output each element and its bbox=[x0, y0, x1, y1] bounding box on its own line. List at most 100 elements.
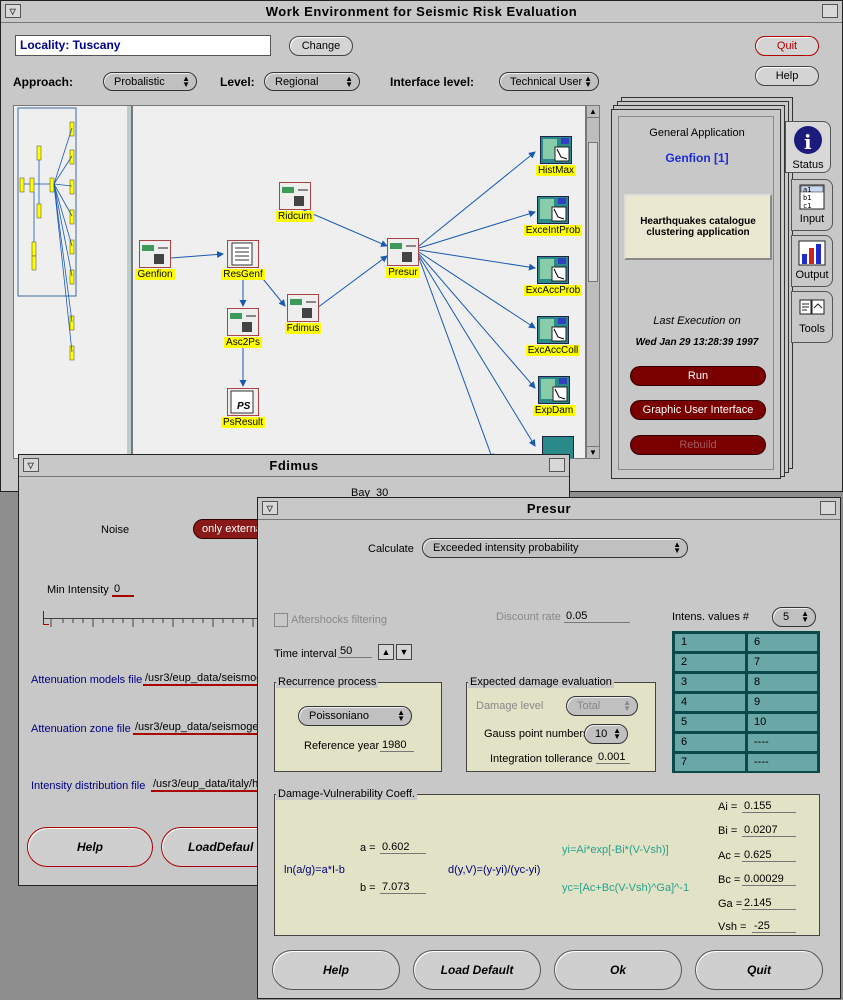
time-down-icon[interactable]: ▼ bbox=[396, 644, 412, 660]
node-excaccprob[interactable]: ExcAccProb bbox=[523, 256, 583, 296]
gauss-select[interactable]: 10 ▲ ▼ bbox=[584, 724, 628, 744]
node-label: Fdimus bbox=[284, 323, 322, 334]
atten-zone-field[interactable]: /usr3/eup_data/seismogen_ bbox=[133, 721, 261, 735]
node-fdimus[interactable]: Fdimus bbox=[283, 294, 323, 334]
window-resize-icon[interactable] bbox=[822, 4, 838, 18]
calculate-select[interactable]: Exceeded intensity probability ▲ ▼ bbox=[422, 538, 688, 558]
table-index-cell: 5 bbox=[674, 713, 746, 732]
node-ridcum[interactable]: Ridcum bbox=[275, 182, 315, 222]
recurrence-select[interactable]: Poissoniano ▲ ▼ bbox=[298, 706, 412, 726]
locality-field[interactable]: Locality: Tuscany bbox=[15, 35, 271, 56]
rebuild-button[interactable]: Rebuild bbox=[630, 435, 766, 455]
table-value-cell[interactable]: 8 bbox=[747, 673, 818, 692]
window-menu-icon[interactable]: ▽ bbox=[23, 458, 39, 472]
node-resgenf[interactable]: ResGenf bbox=[221, 240, 265, 280]
window-menu-icon[interactable]: ▽ bbox=[5, 4, 21, 18]
bi-field[interactable]: 0.0207 bbox=[742, 824, 796, 837]
time-interval-field[interactable]: 50 bbox=[338, 645, 372, 658]
node-psresult[interactable]: PS PsResult bbox=[219, 388, 267, 428]
tab-input[interactable]: a1 b1 c1 Input bbox=[791, 179, 833, 231]
window-menu-icon[interactable]: ▽ bbox=[262, 501, 278, 515]
intens-count-select[interactable]: 5 ▲ ▼ bbox=[772, 607, 816, 627]
int-dist-field[interactable]: /usr3/eup_data/italy/ha bbox=[151, 778, 261, 792]
tab-input-label: Input bbox=[799, 213, 825, 225]
presur-load-default-button[interactable]: Load Default bbox=[413, 950, 541, 990]
main-titlebar[interactable]: ▽ Work Environment for Seismic Risk Eval… bbox=[1, 1, 842, 23]
b-field[interactable]: 7.073 bbox=[380, 881, 426, 894]
gui-button[interactable]: Graphic User Interface bbox=[630, 400, 766, 420]
node-label: ExpDam bbox=[532, 405, 576, 416]
run-button[interactable]: Run bbox=[630, 366, 766, 386]
aftershocks-checkbox[interactable] bbox=[274, 613, 288, 627]
intensity-slider[interactable] bbox=[43, 609, 283, 631]
node-asc2ps[interactable]: Asc2Ps bbox=[223, 308, 263, 348]
table-value-cell[interactable]: 7 bbox=[747, 653, 818, 672]
fdimus-titlebar[interactable]: ▽ Fdimus bbox=[19, 455, 569, 477]
updown-arrow-icon: ▲ ▼ bbox=[623, 698, 631, 713]
table-value-cell[interactable]: 10 bbox=[747, 713, 818, 732]
discount-field[interactable]: 0.05 bbox=[564, 610, 630, 623]
node-label: PsResult bbox=[220, 417, 265, 428]
approach-select[interactable]: Probalistic ▲ ▼ bbox=[103, 72, 197, 91]
workflow-connections bbox=[170, 151, 536, 458]
node-label: ExceIntProb bbox=[523, 225, 583, 236]
presur-titlebar[interactable]: ▽ Presur bbox=[258, 498, 840, 520]
scroll-up-icon[interactable]: ▲ bbox=[587, 106, 599, 118]
fdimus-help-button[interactable]: Help bbox=[27, 827, 153, 867]
fdimus-load-default-label: LoadDefaul bbox=[188, 840, 254, 854]
help-button[interactable]: Help bbox=[755, 66, 819, 86]
damage-level-select[interactable]: Total ▲ ▼ bbox=[566, 696, 638, 716]
canvas-scrollbar[interactable]: ▲ ▼ bbox=[586, 105, 600, 459]
presur-ok-button[interactable]: Ok bbox=[554, 950, 682, 990]
workflow-canvas[interactable]: Genfion ResGenf Asc2Ps PS PsResult Ridcu… bbox=[132, 105, 586, 459]
time-up-icon[interactable]: ▲ bbox=[378, 644, 394, 660]
table-value-cell[interactable]: 6 bbox=[747, 633, 818, 652]
table-index-cell: 2 bbox=[674, 653, 746, 672]
bc-field[interactable]: 0.00029 bbox=[742, 873, 796, 886]
node-expdam[interactable]: ExpDam bbox=[529, 376, 579, 416]
vsh-field[interactable]: -25 bbox=[752, 920, 796, 933]
min-intensity-field[interactable]: 0 bbox=[112, 583, 134, 597]
presur-title: Presur bbox=[526, 501, 572, 516]
presur-quit-button[interactable]: Quit bbox=[695, 950, 823, 990]
tab-tools[interactable]: Tools bbox=[791, 291, 833, 343]
node-excacccoll[interactable]: ExcAccColl bbox=[523, 316, 583, 356]
table-index-cell: 4 bbox=[674, 693, 746, 712]
node-exceintprob[interactable]: ExceIntProb bbox=[523, 196, 583, 236]
tab-status[interactable]: i Status bbox=[785, 121, 831, 173]
scroll-down-icon[interactable]: ▼ bbox=[587, 446, 599, 458]
ai-field[interactable]: 0.155 bbox=[742, 800, 796, 813]
interface-level-select[interactable]: Technical User ▲ ▼ bbox=[499, 72, 599, 91]
table-value-cell[interactable]: ---- bbox=[747, 753, 818, 772]
ai-label: Ai = bbox=[718, 801, 738, 813]
overview-minimap bbox=[17, 106, 131, 460]
window-resize-icon[interactable] bbox=[820, 501, 836, 515]
tab-tools-label: Tools bbox=[799, 323, 825, 335]
table-value-cell[interactable]: 9 bbox=[747, 693, 818, 712]
window-resize-icon[interactable] bbox=[549, 458, 565, 472]
node-histmax[interactable]: HistMax bbox=[531, 136, 581, 176]
tab-output[interactable]: Output bbox=[791, 235, 833, 287]
damage-group-title: Expected damage evaluation bbox=[468, 676, 614, 688]
ga-field[interactable]: 2.145 bbox=[742, 897, 796, 910]
overview-panel[interactable] bbox=[13, 105, 132, 460]
scroll-thumb[interactable] bbox=[588, 142, 598, 282]
table-value-cell[interactable]: ---- bbox=[747, 733, 818, 752]
quit-button[interactable]: Quit bbox=[755, 36, 819, 56]
atten-models-field[interactable]: /usr3/eup_data/seismoge bbox=[143, 672, 261, 686]
integ-field[interactable]: 0.001 bbox=[596, 751, 630, 764]
updown-arrow-icon: ▲ ▼ bbox=[397, 708, 405, 723]
presur-help-button[interactable]: Help bbox=[272, 950, 400, 990]
node-genfion[interactable]: Genfion bbox=[135, 240, 175, 280]
level-value: Regional bbox=[275, 75, 319, 88]
change-button[interactable]: Change bbox=[289, 36, 353, 56]
updown-arrow-icon: ▲ ▼ bbox=[673, 540, 681, 555]
a-field[interactable]: 0.602 bbox=[380, 841, 426, 854]
ref-year-field[interactable]: 1980 bbox=[380, 739, 414, 752]
updown-arrow-icon: ▲ ▼ bbox=[613, 726, 621, 741]
b-label: b = bbox=[360, 882, 376, 894]
module-icon bbox=[387, 238, 419, 266]
level-select[interactable]: Regional ▲ ▼ bbox=[264, 72, 360, 91]
ac-field[interactable]: 0.625 bbox=[742, 849, 796, 862]
node-presur[interactable]: Presur bbox=[383, 238, 423, 278]
